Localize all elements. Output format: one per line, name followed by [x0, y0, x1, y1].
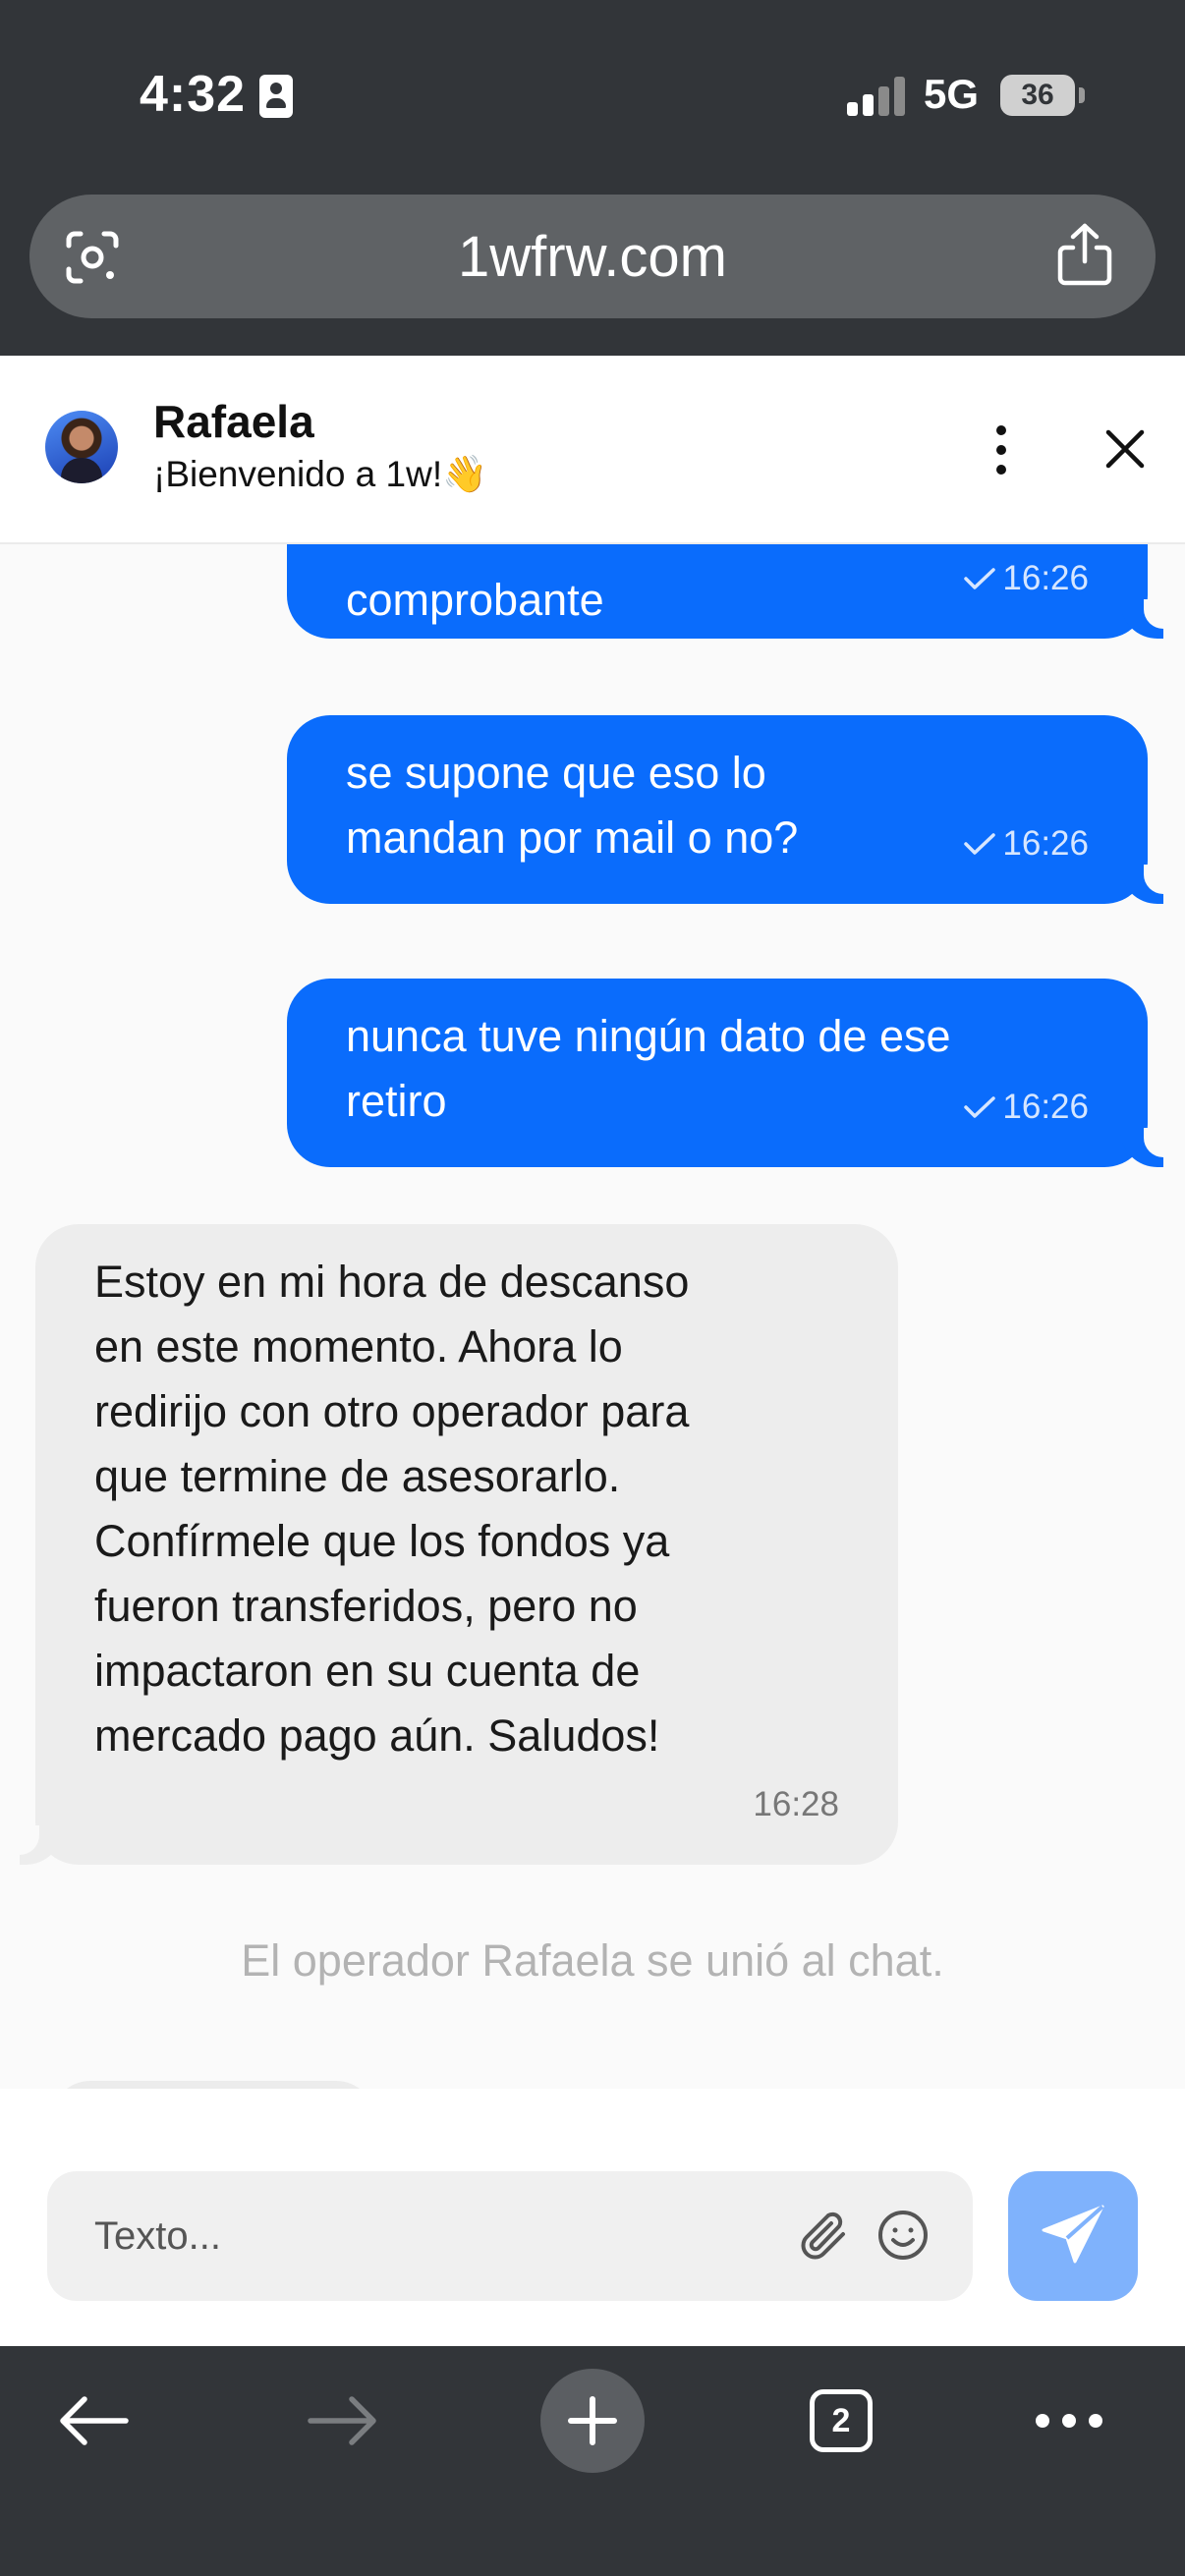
outgoing-message: nunca tuve ningún dato de ese retiro 16:…: [287, 979, 1163, 1167]
message-time: 16:26: [1002, 559, 1089, 597]
address-bar[interactable]: 1wfrw.com: [29, 195, 1156, 318]
tabs-button[interactable]: 2: [782, 2362, 900, 2480]
sent-check-icon: [964, 833, 996, 855]
paperclip-icon[interactable]: [798, 2209, 851, 2264]
outgoing-message: comprobante 16:26: [287, 544, 1163, 639]
sent-check-icon: [964, 1096, 996, 1118]
incoming-message: Estoy en mi hora de descanso en este mom…: [20, 1224, 898, 1865]
share-icon[interactable]: [1055, 222, 1114, 287]
url-text[interactable]: 1wfrw.com: [29, 224, 1156, 290]
outgoing-message: se supone que eso lo mandan por mail o n…: [287, 715, 1163, 904]
plus-icon: [540, 2369, 645, 2473]
more-horizontal-icon: [1036, 2414, 1102, 2428]
system-message: El operador Rafaela se unió al chat.: [241, 1935, 944, 1986]
arrow-left-icon: [60, 2396, 129, 2445]
message-list[interactable]: comprobante 16:26 se supone que eso lo m…: [0, 544, 1185, 2089]
message-time: 16:28: [753, 1785, 839, 1823]
partial-incoming-message: [51, 2081, 375, 2089]
more-vertical-icon[interactable]: [985, 422, 1018, 477]
message-text: se supone que eso lo mandan por mail o n…: [346, 748, 799, 863]
avatar: [45, 411, 118, 483]
new-tab-button[interactable]: [534, 2362, 651, 2480]
contact-card-icon: [259, 75, 293, 118]
tab-count: 2: [810, 2389, 873, 2452]
arrow-right-icon: [308, 2396, 376, 2445]
sent-check-icon: [964, 568, 996, 589]
send-button[interactable]: [1008, 2171, 1138, 2301]
contact-subtitle: ¡Bienvenido a 1w!👋: [153, 454, 488, 494]
message-text: comprobante: [346, 575, 604, 625]
signal-strength-icon: [847, 75, 906, 116]
more-menu-button[interactable]: [1010, 2362, 1128, 2480]
message-text: nunca tuve ningún dato de ese retiro: [346, 1011, 951, 1126]
message-text: Estoy en mi hora de descanso en este mom…: [94, 1257, 690, 1761]
close-icon[interactable]: [1099, 422, 1152, 476]
forward-button[interactable]: [283, 2362, 401, 2480]
contact-name: Rafaela: [153, 396, 314, 447]
message-composer: [0, 2089, 1185, 2346]
status-time: 4:32: [140, 66, 247, 123]
status-bar: 4:32 5G 36 1wfrw.com: [0, 0, 1185, 356]
battery-cap: [1079, 87, 1085, 103]
battery-icon: 36: [1000, 75, 1075, 116]
emoji-icon[interactable]: [876, 2209, 930, 2262]
network-type: 5G: [924, 71, 980, 117]
browser-toolbar: 2: [0, 2346, 1185, 2576]
send-icon: [1042, 2205, 1104, 2264]
back-button[interactable]: [35, 2362, 153, 2480]
chat-header: Rafaela ¡Bienvenido a 1w!👋: [0, 356, 1185, 544]
message-time: 16:26: [1002, 824, 1089, 863]
message-time: 16:26: [1002, 1088, 1089, 1126]
